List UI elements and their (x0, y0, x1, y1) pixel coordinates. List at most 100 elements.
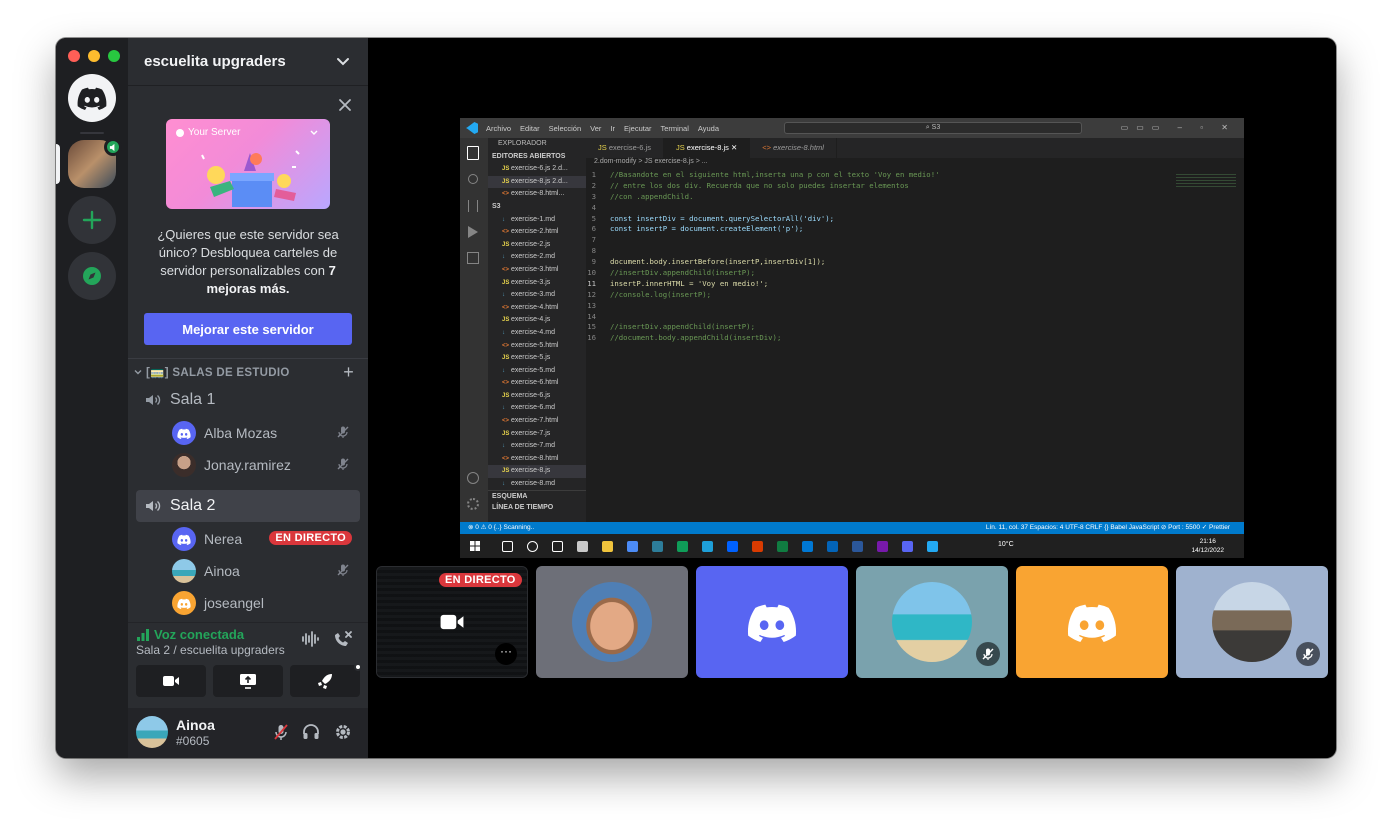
file-item[interactable]: JS exercise-7.js (488, 428, 586, 441)
file-item[interactable]: ↓ exercise-2.md (488, 251, 586, 264)
file-item[interactable]: <> exercise-5.html (488, 340, 586, 353)
weather[interactable]: 10°C (998, 541, 1014, 548)
file-item[interactable]: <> exercise-2.html (488, 226, 586, 239)
menu-item[interactable]: Editar (520, 124, 540, 133)
file-item[interactable]: ↓ exercise-4.md (488, 327, 586, 340)
file-item[interactable]: JS exercise-8.js (488, 465, 586, 479)
excel-icon[interactable] (777, 541, 788, 552)
file-item[interactable]: <> exercise-8.html (488, 453, 586, 466)
file-item[interactable]: ↓ exercise-5.md (488, 365, 586, 378)
timeline-section[interactable]: LÍNEA DE TIEMPO (488, 502, 586, 515)
windows-start-icon[interactable] (470, 541, 480, 551)
publisher-icon[interactable] (827, 541, 838, 552)
voice-location[interactable]: Sala 2 / escuelita upgraders (136, 643, 285, 657)
file-item[interactable]: ↓ exercise-3.md (488, 289, 586, 302)
gear-icon[interactable] (467, 498, 479, 510)
participant-tile[interactable] (1016, 566, 1168, 678)
open-editor-item[interactable]: JS exercise-6.js 2.d... (488, 163, 586, 176)
participant-tile[interactable] (696, 566, 848, 678)
file-item[interactable]: JS exercise-6.js (488, 390, 586, 403)
minimize-window-button[interactable] (88, 50, 100, 62)
outlook-icon[interactable] (802, 541, 813, 552)
account-icon[interactable] (467, 472, 479, 484)
vscode-icon[interactable] (927, 541, 938, 552)
file-item[interactable]: <> exercise-7.html (488, 415, 586, 428)
files-icon[interactable] (467, 146, 479, 160)
widgets-icon[interactable] (552, 541, 563, 552)
task-view-icon[interactable] (527, 541, 538, 552)
word-icon[interactable] (852, 541, 863, 552)
editor-tab-active[interactable]: JS exercise-8.js ✕ (663, 138, 751, 158)
edge-dev-icon[interactable] (677, 541, 688, 552)
activities-button[interactable] (290, 663, 362, 697)
category-salas-de-estudio[interactable]: [🚃] SALAS DE ESTUDIO + (134, 362, 364, 382)
server-header[interactable]: escuelita upgraders (128, 38, 368, 86)
editor-tab[interactable]: JS exercise-6.js (586, 138, 664, 158)
search-icon[interactable] (468, 174, 478, 184)
maximize-window-button[interactable] (108, 50, 120, 62)
voice-user[interactable]: Nerea EN DIRECTO (172, 524, 360, 554)
editor-tab[interactable]: <> exercise-8.html (750, 138, 837, 158)
file-explorer-icon[interactable] (602, 541, 613, 552)
voice-channel-sala-1[interactable]: Sala 1 (136, 384, 360, 416)
open-editor-item[interactable]: <> exercise-8.html... (488, 188, 586, 201)
file-item[interactable]: <> exercise-3.html (488, 264, 586, 277)
voice-user[interactable]: Ainoa (172, 556, 360, 586)
file-item[interactable]: <> exercise-4.html (488, 302, 586, 315)
mic-muted-icon[interactable] (272, 723, 290, 741)
menu-item[interactable]: Ejecutar (624, 124, 652, 133)
discord-icon[interactable] (902, 541, 913, 552)
source-control-icon[interactable] (468, 200, 478, 212)
voice-user[interactable]: joseangel (172, 588, 360, 618)
open-editors-header[interactable]: EDITORES ABIERTOS (488, 151, 586, 164)
close-window-button[interactable] (68, 50, 80, 62)
create-channel-icon[interactable]: + (343, 362, 354, 383)
direct-messages-button[interactable] (68, 74, 116, 122)
menu-item[interactable]: Ayuda (698, 124, 719, 133)
menu-item[interactable]: Ver (590, 124, 601, 133)
open-editor-item[interactable]: JS exercise-8.js 2.d... (488, 175, 586, 189)
code-editor[interactable]: 1//Basandote en el siguiente html,insert… (586, 170, 1206, 344)
file-item[interactable]: ↓ exercise-6.md (488, 402, 586, 415)
breadcrumb[interactable]: 2.dom-modify > JS exercise-8.js > ... (594, 158, 708, 165)
browser-icon[interactable] (577, 541, 588, 552)
acrobat-icon[interactable] (752, 541, 763, 552)
run-debug-icon[interactable] (468, 226, 478, 238)
screen-share-button[interactable] (213, 665, 283, 697)
menu-item[interactable]: Terminal (661, 124, 689, 133)
add-server-button[interactable] (68, 196, 116, 244)
status-left[interactable]: ⊗ 0 ⚠ 0 {..} Scanning.. (468, 522, 534, 534)
participant-tile[interactable] (856, 566, 1008, 678)
menu-item[interactable]: Archivo (486, 124, 511, 133)
folder-header[interactable]: S3 (488, 201, 586, 214)
boost-server-button[interactable]: Mejorar este servidor (144, 313, 352, 345)
file-item[interactable]: JS exercise-4.js (488, 314, 586, 327)
link-icon[interactable] (702, 541, 713, 552)
edge-icon[interactable] (652, 541, 663, 552)
stream-tile[interactable]: EN DIRECTO ··· (376, 566, 528, 678)
close-icon[interactable] (338, 98, 352, 112)
camera-button[interactable] (136, 665, 206, 697)
search-icon[interactable] (502, 541, 513, 552)
server-escuelita-upgraders[interactable] (68, 138, 122, 188)
voice-user[interactable]: Alba Mozas (172, 418, 360, 448)
explore-servers-button[interactable] (68, 252, 116, 300)
disconnect-icon[interactable] (332, 629, 354, 649)
onenote-icon[interactable] (877, 541, 888, 552)
file-item[interactable]: JS exercise-5.js (488, 352, 586, 365)
outline-section[interactable]: ESQUEMA (488, 489, 586, 503)
voice-channel-sala-2[interactable]: Sala 2 (136, 490, 360, 522)
menu-item[interactable]: Ir (610, 124, 615, 133)
file-item[interactable]: ↓ exercise-7.md (488, 440, 586, 453)
file-item[interactable]: ↓ exercise-8.md (488, 478, 586, 490)
more-options-icon[interactable]: ··· (495, 643, 517, 665)
dropbox-icon[interactable] (727, 541, 738, 552)
window-controls-icon[interactable]: ▭▭▭ – ▫ ✕ (1121, 123, 1236, 132)
extensions-icon[interactable] (467, 252, 479, 264)
participant-tile[interactable] (1176, 566, 1328, 678)
status-right[interactable]: Lín. 11, col. 37 Espacios: 4 UTF-8 CRLF … (986, 522, 1230, 534)
participant-tile[interactable] (536, 566, 688, 678)
minimap[interactable] (1176, 174, 1236, 188)
file-item[interactable]: JS exercise-2.js (488, 239, 586, 252)
avatar[interactable] (136, 716, 168, 748)
